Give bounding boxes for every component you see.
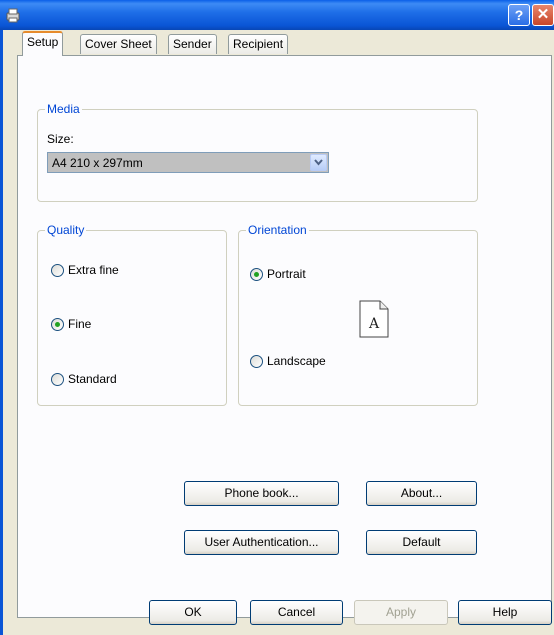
orientation-group: Orientation [238,223,478,406]
radio-standard[interactable] [51,372,64,386]
quality-option-standard[interactable]: Standard [51,371,117,387]
chevron-down-icon[interactable] [310,154,327,171]
help-button[interactable]: Help [458,600,552,625]
help-icon-button[interactable]: ? [508,4,530,26]
quality-option-extra-fine[interactable]: Extra fine [51,262,119,278]
quality-option-fine[interactable]: Fine [51,316,91,332]
page-preview-letter: A [368,316,380,332]
orientation-legend: Orientation [246,223,309,237]
user-authentication-button[interactable]: User Authentication... [184,530,339,555]
orientation-option-portrait[interactable]: Portrait [250,266,306,282]
tab-sender[interactable]: Sender [168,34,217,54]
apply-button[interactable]: Apply [354,600,448,625]
tab-setup[interactable]: Setup [22,31,64,56]
default-button[interactable]: Default [366,530,477,555]
radio-landscape[interactable] [250,354,263,368]
orientation-option-landscape[interactable]: Landscape [250,353,326,369]
radio-extra-fine[interactable] [51,263,64,277]
size-select[interactable]: A4 210 x 297mm [47,152,329,173]
radio-label: Landscape [267,354,326,368]
printer-icon [6,8,20,23]
title-bar[interactable]: ? ✕ [0,0,554,30]
close-icon-button[interactable]: ✕ [532,4,554,26]
radio-label: Fine [68,317,92,331]
tab-recipient[interactable]: Recipient [228,34,289,54]
quality-legend: Quality [45,223,87,237]
size-select-value: A4 210 x 297mm [52,156,143,170]
size-label: Size: [47,132,74,146]
radio-label: Portrait [267,267,306,281]
media-legend: Media [45,102,82,116]
cancel-button[interactable]: Cancel [250,600,343,625]
portrait-page-icon: A [359,300,389,338]
radio-label: Extra fine [68,263,119,277]
tab-cover-sheet[interactable]: Cover Sheet [80,34,157,54]
radio-fine[interactable] [51,317,64,331]
phone-book-button[interactable]: Phone book... [184,481,339,506]
about-button[interactable]: About... [366,481,477,506]
radio-label: Standard [68,372,117,386]
ok-button[interactable]: OK [149,600,237,625]
radio-portrait[interactable] [250,267,263,281]
